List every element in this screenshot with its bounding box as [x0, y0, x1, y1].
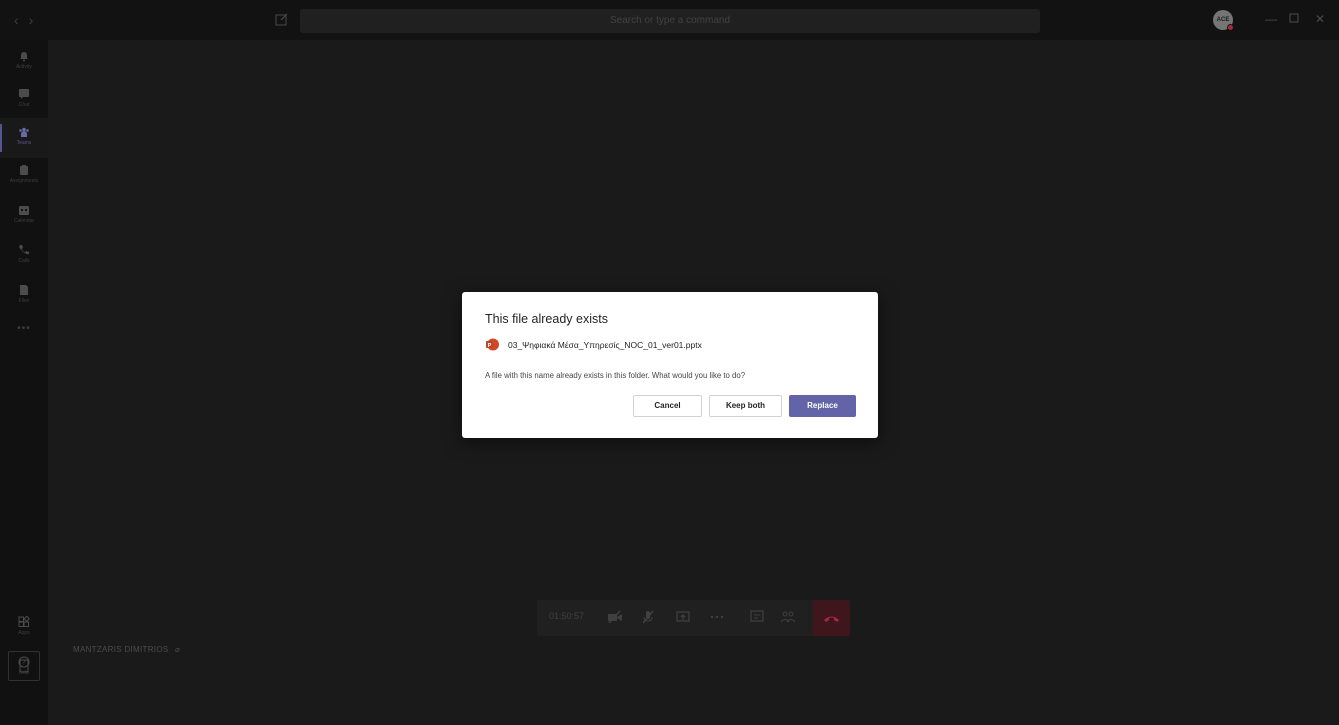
dialog-message: A file with this name already exists in …: [485, 371, 746, 380]
file-exists-dialog: This file already exists P 03_Ψηφιακά Μέ…: [462, 292, 878, 438]
svg-text:P: P: [488, 343, 492, 349]
replace-button[interactable]: Replace: [789, 395, 856, 417]
file-name: 03_Ψηφιακά Μέσα_Υπηρεσίς_NOC_01_ver01.pp…: [508, 339, 702, 350]
keep-both-button[interactable]: Keep both: [709, 395, 782, 417]
dialog-title: This file already exists: [485, 312, 608, 326]
powerpoint-icon: P: [486, 338, 499, 351]
file-row: P 03_Ψηφιακά Μέσα_Υπηρεσίς_NOC_01_ver01.…: [485, 338, 702, 351]
cancel-button[interactable]: Cancel: [633, 395, 702, 417]
